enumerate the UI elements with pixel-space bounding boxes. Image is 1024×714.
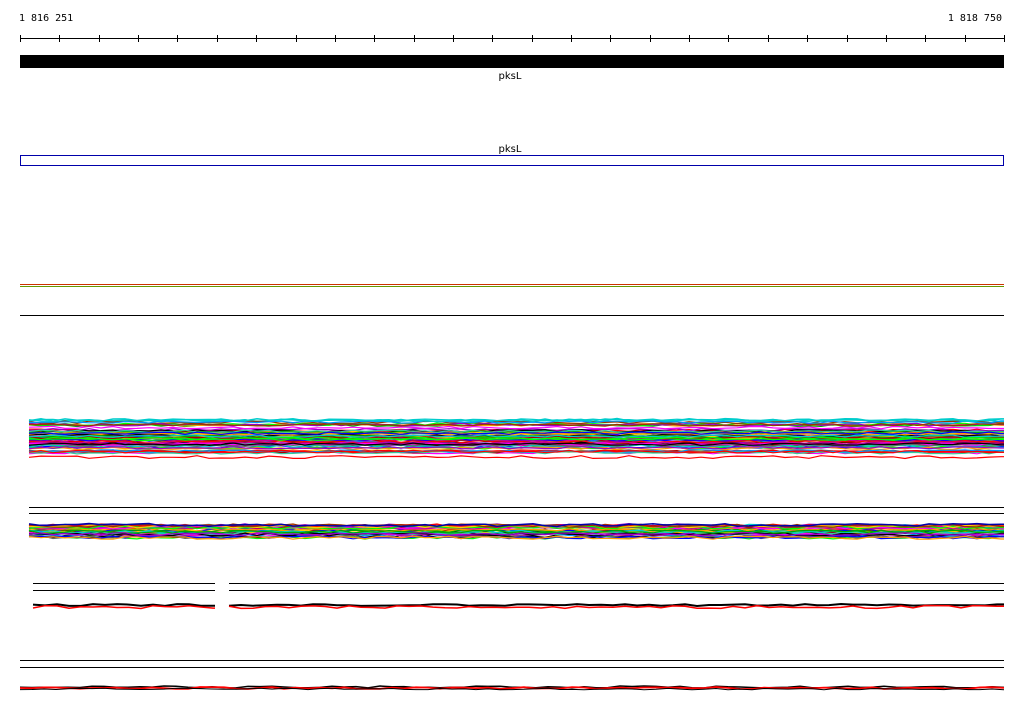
position-ruler xyxy=(20,35,1005,42)
alignment-bundle-3 xyxy=(32,602,1004,610)
track-separators xyxy=(20,284,1004,668)
alignment-bundle-4 xyxy=(19,685,1005,691)
gene-outline-box[interactable] xyxy=(20,155,1004,166)
genome-tracks-canvas xyxy=(19,35,1005,691)
gene-bar[interactable] xyxy=(20,55,1004,68)
alignment-line xyxy=(28,455,1004,460)
alignment-line xyxy=(32,604,215,610)
alignment-line xyxy=(228,604,1004,610)
alignment-line xyxy=(228,602,1004,608)
alignment-bundle-1 xyxy=(28,417,1004,460)
alignment-bundle-2 xyxy=(28,522,1004,540)
